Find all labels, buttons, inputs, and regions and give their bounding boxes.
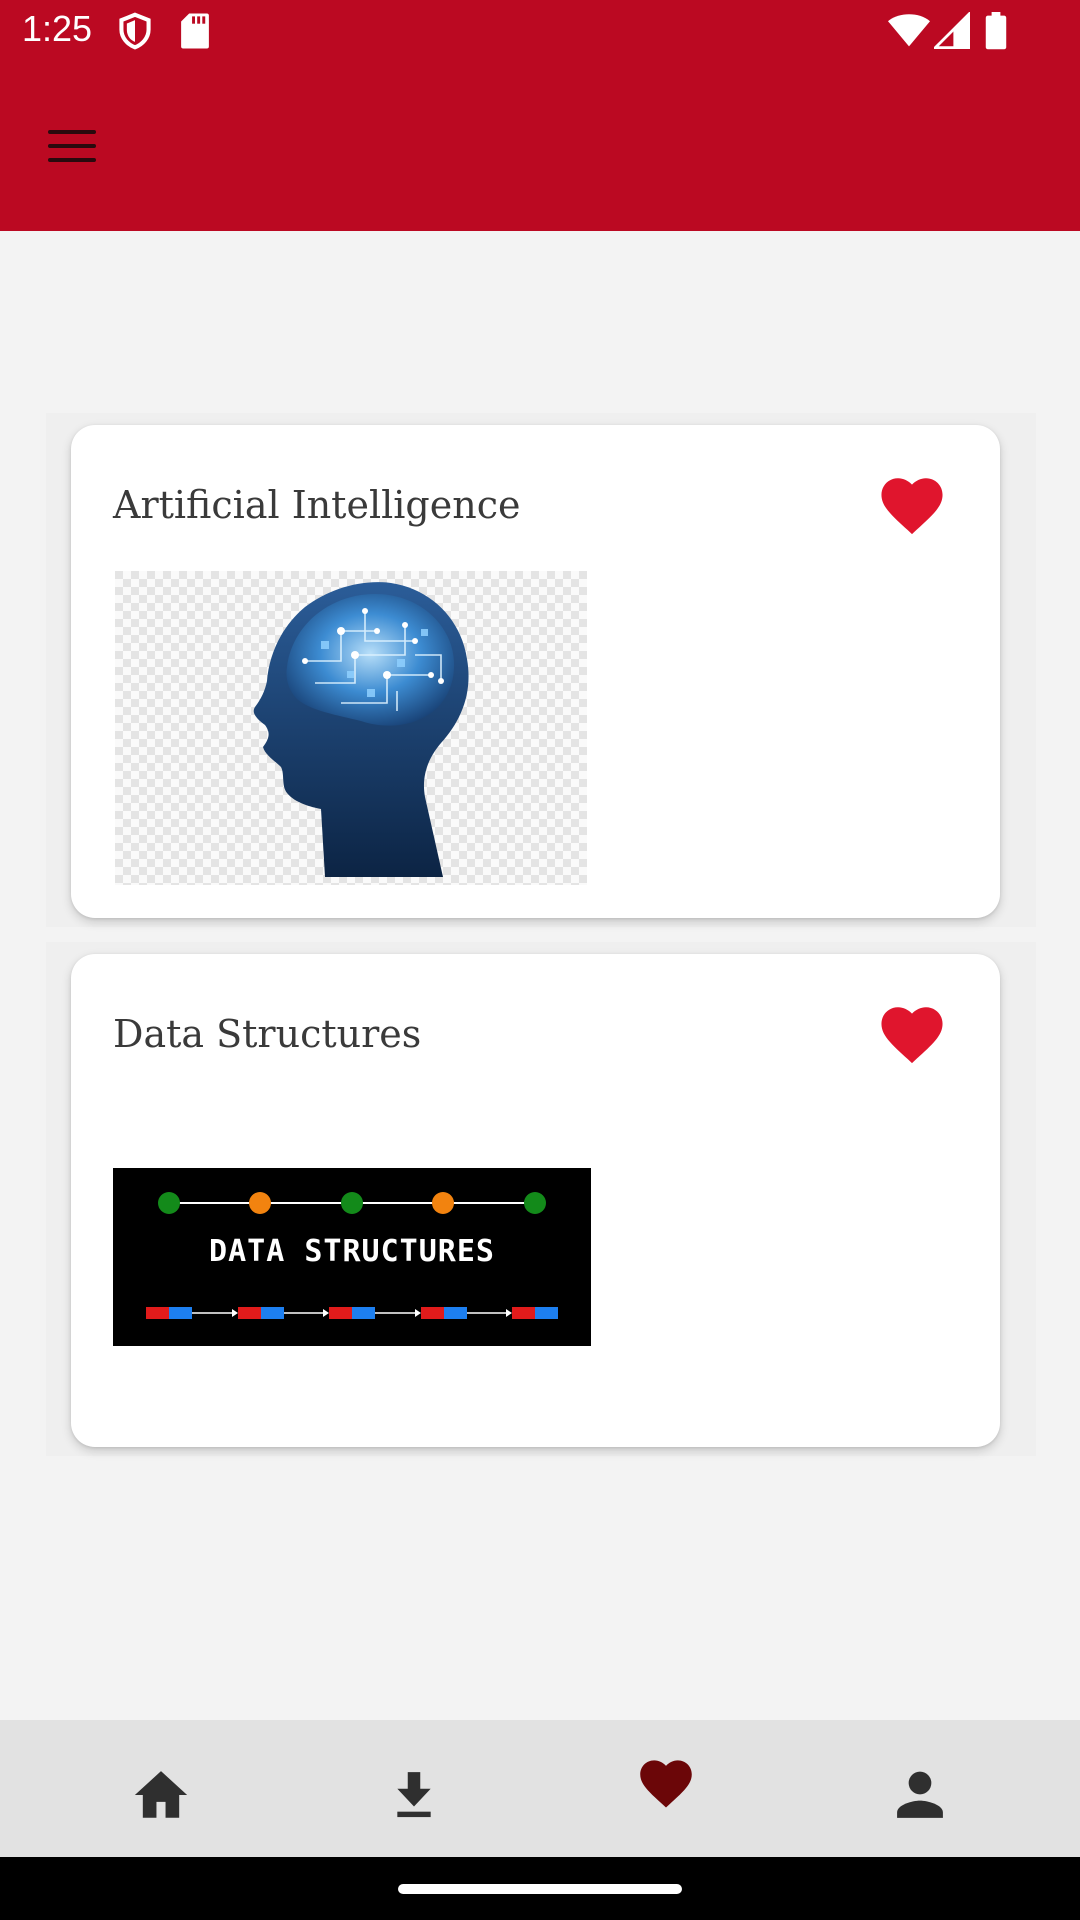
app-bar: [0, 64, 1080, 231]
status-bar: 1:25: [0, 0, 1080, 64]
favorite-button[interactable]: [876, 473, 948, 537]
home-gesture-handle[interactable]: [398, 1884, 682, 1894]
signal-icon: [934, 12, 970, 49]
menu-button[interactable]: [44, 122, 102, 170]
nav-profile[interactable]: [880, 1760, 960, 1830]
ai-head-brain-image: [115, 571, 587, 885]
sd-card-icon: [181, 13, 209, 49]
battery-icon: [985, 12, 1007, 50]
system-navigation-bar: [0, 1857, 1080, 1920]
home-icon: [134, 1771, 188, 1818]
data-structures-banner-image: DATA STRUCTURES: [113, 1168, 591, 1346]
course-title: Artificial Intelligence: [113, 483, 521, 527]
nav-home[interactable]: [121, 1760, 201, 1830]
favorite-card-ai[interactable]: Artificial Intelligence: [71, 425, 1000, 918]
bottom-navigation: [0, 1720, 1080, 1857]
status-time: 1:25: [22, 8, 93, 49]
favorite-button[interactable]: [876, 1002, 948, 1066]
favorite-item-wrapper: Data Structures DATA STRUCTURES: [46, 942, 1036, 1456]
favorite-card-data-structures[interactable]: Data Structures DATA STRUCTURES: [71, 954, 1000, 1447]
heart-icon: [881, 478, 943, 535]
nav-downloads[interactable]: [374, 1760, 454, 1830]
heart-icon: [640, 1760, 692, 1808]
wifi-icon: [888, 14, 930, 47]
banner-text: DATA STRUCTURES: [209, 1234, 495, 1269]
nav-favorites[interactable]: [626, 1748, 706, 1818]
download-icon: [397, 1772, 431, 1818]
heart-icon: [881, 1007, 943, 1064]
shield-icon: [119, 12, 151, 50]
favorite-item-wrapper: Artificial Intelligence: [46, 413, 1036, 927]
person-icon: [897, 1771, 943, 1818]
course-title: Data Structures: [113, 1012, 422, 1056]
